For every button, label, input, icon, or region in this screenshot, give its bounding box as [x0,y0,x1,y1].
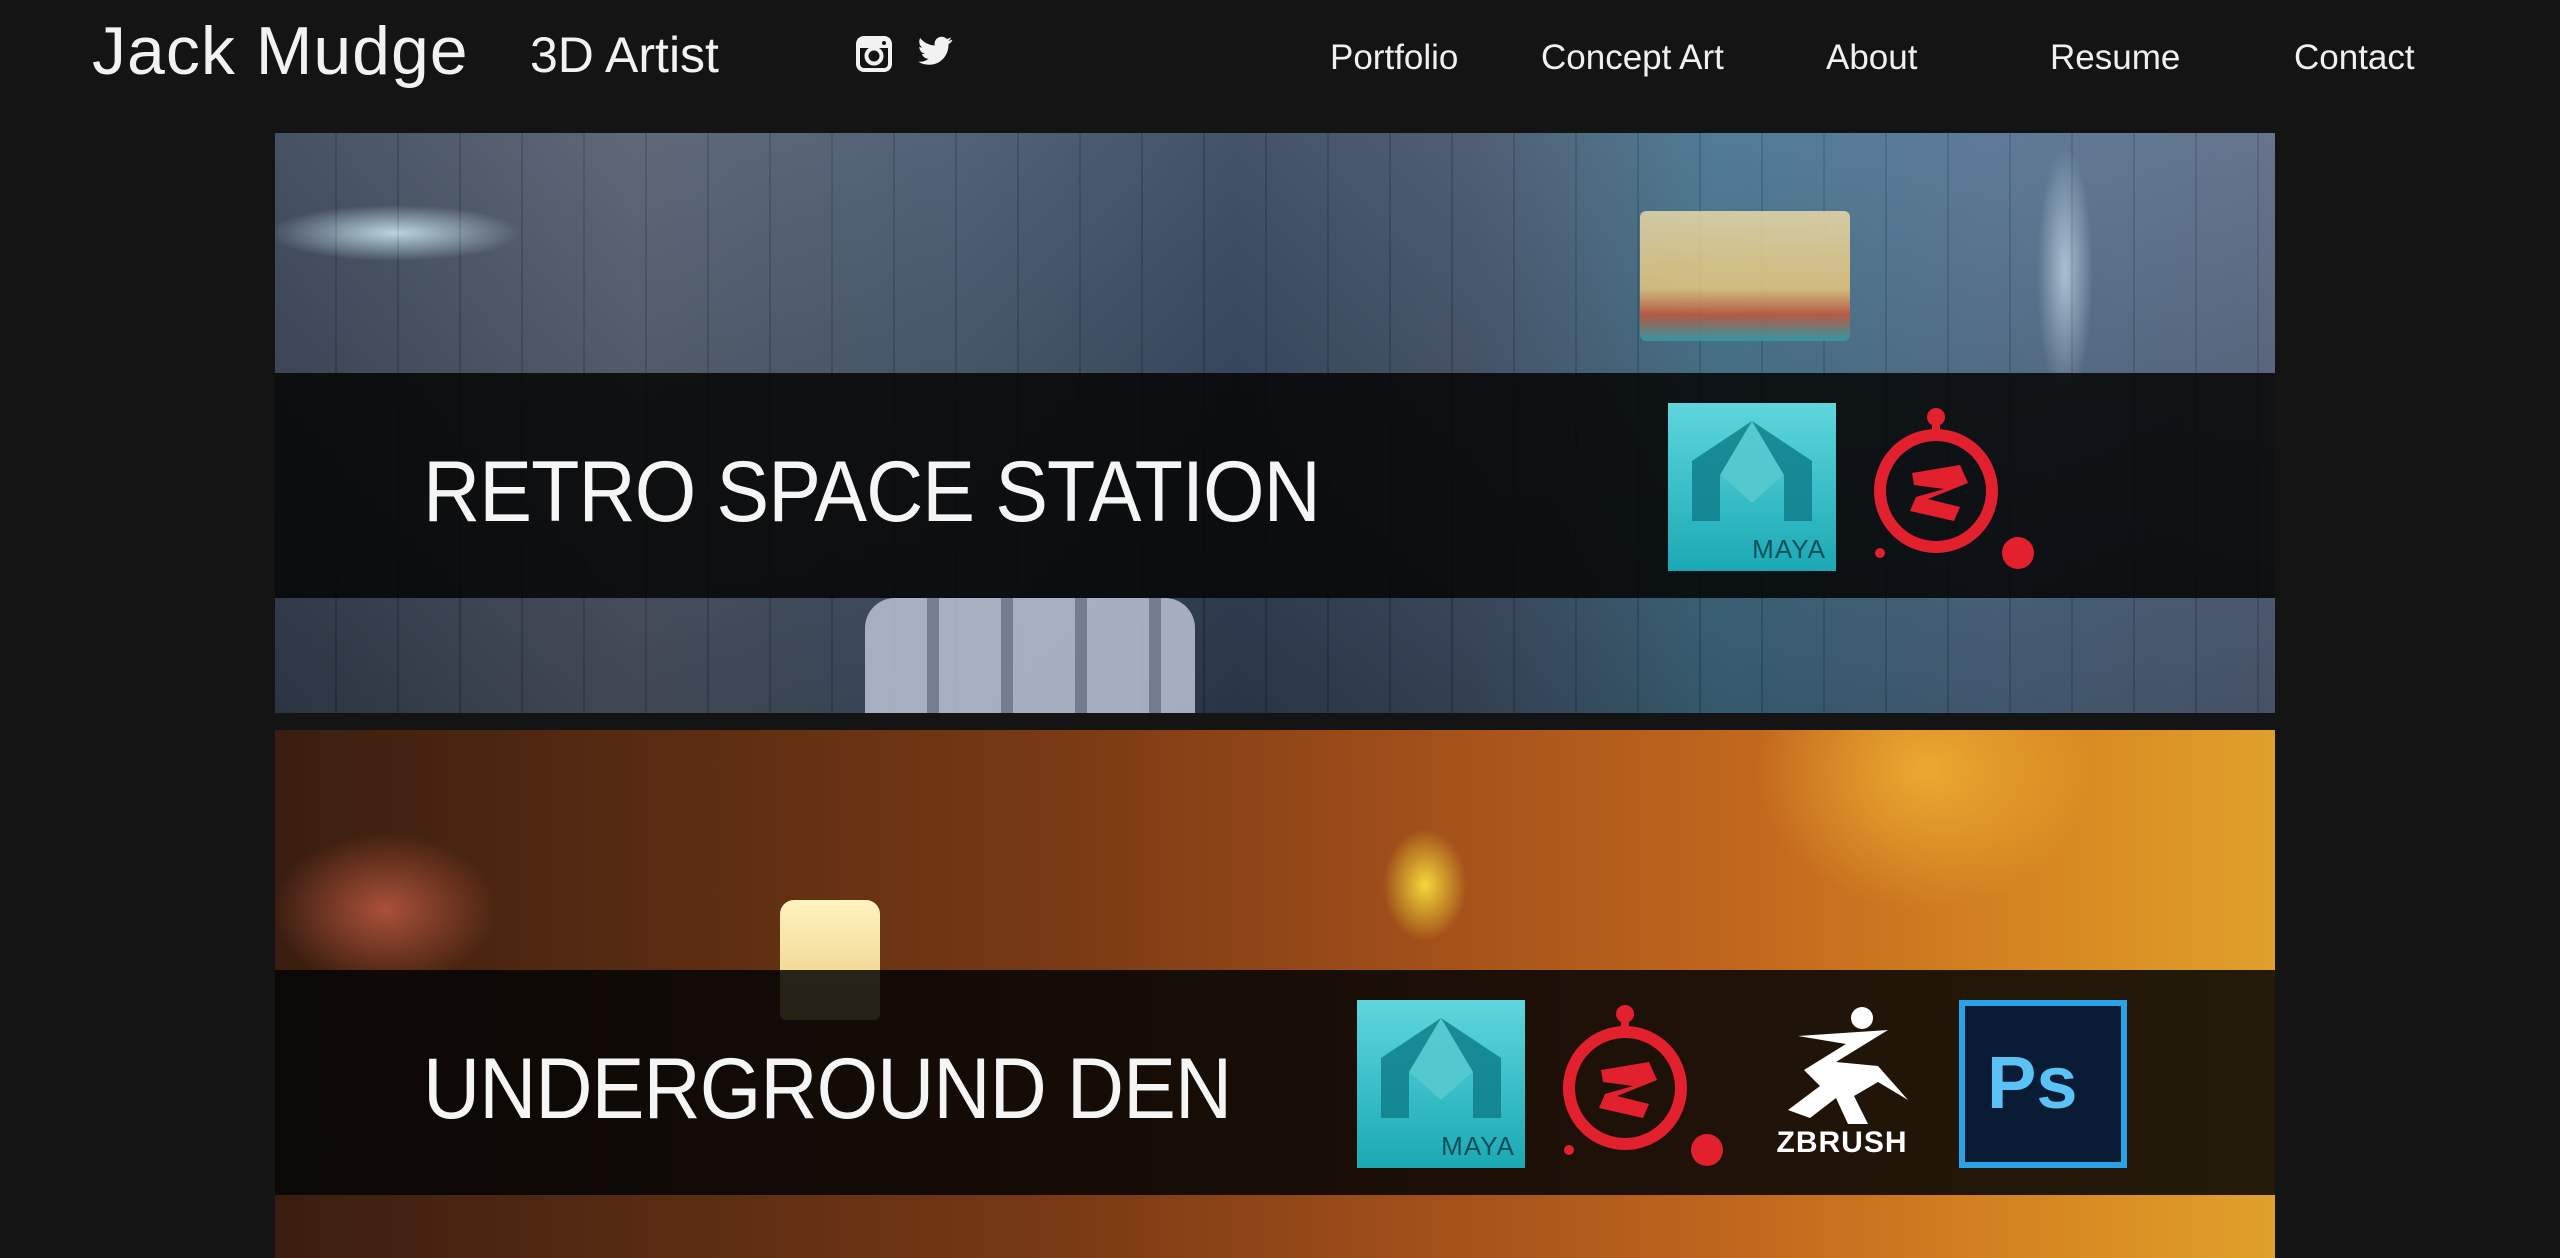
project-banner-underground-den[interactable]: UNDERGROUND DEN MAYA ZBRUSH Ps [275,730,2275,1258]
photoshop-label: Ps [1987,1041,2078,1124]
nav-about[interactable]: About [1826,38,1917,78]
project-title-band: RETRO SPACE STATION MAYA [275,373,2275,598]
nav-concept-art[interactable]: Concept Art [1541,38,1724,78]
main-nav: Portfolio Concept Art About Resume Conta… [0,38,2560,78]
project-title: RETRO SPACE STATION [423,444,1321,540]
project-title: UNDERGROUND DEN [423,1041,1232,1137]
zbrush-logo: ZBRUSH [1758,1000,1926,1168]
maya-logo: MAYA [1357,1000,1525,1168]
substance-painter-logo [1868,403,2036,571]
maya-label: MAYA [1752,534,1826,564]
maya-logo: MAYA [1668,403,1836,571]
zbrush-label: ZBRUSH [1776,1126,1908,1159]
banner-artwork-poster [1640,211,1850,341]
photoshop-logo: Ps [1959,1000,2127,1168]
nav-resume[interactable]: Resume [2050,38,2180,78]
substance-painter-logo [1557,1000,1725,1168]
project-banner-retro-space-station[interactable]: RETRO SPACE STATION MAYA [275,133,2275,713]
project-title-band: UNDERGROUND DEN MAYA ZBRUSH Ps [275,970,2275,1195]
nav-portfolio[interactable]: Portfolio [1330,38,1458,78]
banner-artwork-canisters [865,598,1195,713]
nav-contact[interactable]: Contact [2294,38,2415,78]
maya-label: MAYA [1441,1131,1515,1161]
